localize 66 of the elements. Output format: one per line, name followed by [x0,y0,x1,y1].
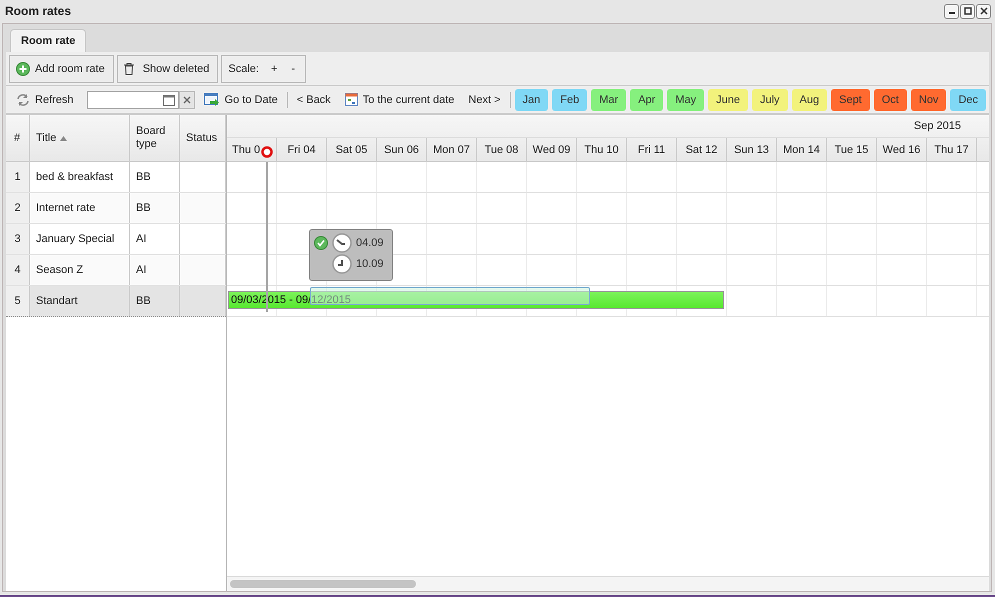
table-row[interactable]: 3 January Special AI [6,224,226,255]
table-cell: Internet rate [36,202,96,214]
row-number: 2 [14,202,21,214]
day-header: Fri 11 [627,138,677,161]
table-cell: bed & breakfast [36,171,114,183]
day-header: Mon 07 [427,138,477,161]
table-row[interactable]: 2 Internet rate BB [6,193,226,224]
window-title: Room rates [5,4,72,18]
day-header: Wed 16 [877,138,927,161]
add-room-rate-button[interactable]: Add room rate [9,54,114,82]
day-header: Tue 08 [477,138,527,161]
table-cell: January Special [36,233,114,245]
current-date-button[interactable]: To the current date [342,93,456,106]
day-header: Sun 06 [377,138,427,161]
month-button[interactable]: Jan [514,88,548,110]
tab[interactable]: Room rate [10,29,86,52]
day-header: Sun 13 [727,138,777,161]
row-number: 5 [14,295,21,307]
go-to-date-button[interactable]: Go to Date [202,92,280,106]
month-button[interactable]: May [667,88,704,110]
show-deleted-button[interactable]: Show deleted [116,54,218,82]
refresh-button[interactable]: Refresh [14,92,76,106]
day-header: Tue 15 [827,138,877,161]
month-button[interactable]: July [752,88,788,110]
table-cell: BB [136,170,151,184]
row-number: 4 [14,264,21,276]
day-header: Sat 12 [677,138,727,161]
table-cell: BB [136,294,151,308]
column-header[interactable]: # [6,115,30,161]
event-bar[interactable]: 09/03/2015 - 09/12/2015 [228,291,724,309]
table-row[interactable]: 4 Season Z AI [6,255,226,286]
day-header: Fri 04 [277,138,327,161]
column-header[interactable]: Board type [130,115,180,161]
end-date: 10.09 [356,258,384,270]
day-header: Thu 10 [577,138,627,161]
table-cell: AI [136,264,146,276]
table-row[interactable]: 1 bed & breakfast BB [6,162,226,193]
day-header: Sat 05 [327,138,377,161]
month-button[interactable]: Dec [950,88,986,110]
scale-label: Scale: [228,62,259,74]
column-header[interactable]: Title [30,115,130,161]
row-number: 1 [14,171,21,183]
month-button[interactable]: Oct [874,88,907,110]
month-button[interactable]: June [708,88,748,110]
month-button[interactable]: Mar [591,88,626,110]
day-header: Mon 14 [777,138,827,161]
month-header: Sep 2015 [914,120,961,132]
day-header: Wed 09 [527,138,577,161]
zoom-in-button[interactable]: + [268,62,280,74]
column-header[interactable]: Status [180,115,226,161]
next-button[interactable]: Next > [466,94,503,106]
row-number: 3 [14,233,21,245]
day-header: Thu 17 [927,138,977,161]
month-button[interactable]: Sept [831,88,870,110]
zoom-out-button[interactable]: - [289,62,298,74]
month-button[interactable]: Nov [910,88,946,110]
table-cell: Standart [36,295,78,307]
table-row[interactable]: 5 Standart BB [6,286,226,317]
month-button[interactable]: Feb [552,88,588,110]
back-button[interactable]: < Back [294,94,333,106]
table-cell: BB [136,202,151,214]
table-cell: Season Z [36,264,84,276]
month-button[interactable]: Apr [630,88,664,110]
table-cell: AI [136,232,146,246]
start-date: 04.09 [356,237,384,249]
month-button[interactable]: Aug [792,88,828,110]
